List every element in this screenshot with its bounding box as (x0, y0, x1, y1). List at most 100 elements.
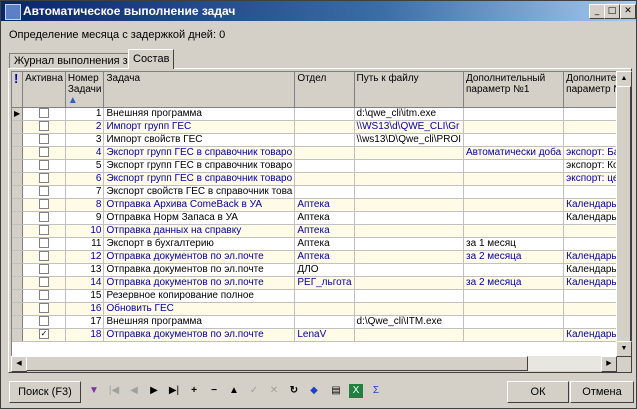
department-cell[interactable] (294, 172, 355, 186)
task-cell[interactable]: Экспорт свойств ГЕС в справочник това (103, 185, 296, 199)
search-button[interactable]: Поиск (F3) (9, 381, 81, 403)
active-checkbox[interactable] (39, 264, 50, 275)
active-checkbox[interactable] (39, 134, 50, 145)
file-path-column-header[interactable]: Путь к файлу (354, 72, 465, 108)
param2-cell[interactable]: Календарь выпол (563, 276, 616, 290)
task-cell[interactable]: Экспорт групп ГЕС в справочник товаро (103, 159, 296, 173)
table-row[interactable]: 10 Отправка данных на справку Аптека (12, 224, 616, 238)
tab-composition[interactable]: Состав (128, 49, 175, 69)
task-number-column-header[interactable]: Номер Задачи ▲ (65, 72, 105, 108)
file-path-cell[interactable] (354, 159, 465, 173)
param2-cell[interactable] (563, 185, 616, 199)
task-cell[interactable]: Импорт групп ГЕС (103, 120, 296, 134)
active-checkbox[interactable] (39, 147, 50, 158)
param2-cell[interactable] (563, 315, 616, 329)
param1-cell[interactable] (463, 172, 565, 186)
file-path-cell[interactable] (354, 302, 465, 316)
active-checkbox-cell[interactable] (22, 302, 66, 316)
task-number-cell[interactable]: 7 (65, 185, 105, 199)
param1-column-header[interactable]: Дополнительный параметр №1 (463, 72, 565, 108)
task-cell[interactable]: Экспорт в бухгалтерию (103, 237, 296, 251)
file-path-cell[interactable] (354, 328, 465, 342)
table-row[interactable]: 2 Импорт групп ГЕС \\WS13\d\QWE_CLI\Gr (12, 120, 616, 134)
department-cell[interactable]: Аптека (294, 198, 355, 212)
file-path-cell[interactable]: \\WS13\d\QWE_CLI\Gr (354, 120, 465, 134)
filter-icon[interactable]: ▼ (87, 384, 101, 398)
task-number-cell[interactable]: 10 (65, 224, 105, 238)
prior-record-icon[interactable]: ◀ (127, 384, 141, 398)
param2-cell[interactable]: Календарь выпол (563, 250, 616, 264)
edit-record-icon[interactable]: ▲ (227, 384, 241, 398)
table-row[interactable]: 15 Резервное копирование полное (12, 289, 616, 303)
file-path-cell[interactable] (354, 237, 465, 251)
param2-cell[interactable] (563, 237, 616, 251)
active-checkbox[interactable] (39, 225, 50, 236)
table-row[interactable]: 6 Экспорт групп ГЕС в справочник товаро эк… (12, 172, 616, 186)
table-row[interactable]: 13 Отправка документов по эл.почте ДЛО Кале… (12, 263, 616, 277)
active-checkbox-cell[interactable] (22, 159, 66, 173)
scroll-right-button[interactable]: ▶ (601, 356, 617, 372)
vertical-scroll-thumb[interactable] (616, 86, 631, 342)
active-checkbox[interactable] (39, 238, 50, 249)
task-number-cell[interactable]: 5 (65, 159, 105, 173)
param1-cell[interactable] (463, 263, 565, 277)
first-record-icon[interactable]: |◀ (107, 384, 121, 398)
file-path-cell[interactable] (354, 146, 465, 160)
table-row[interactable]: 11 Экспорт в бухгалтерию Аптека за 1 месяц (12, 237, 616, 251)
file-path-cell[interactable] (354, 224, 465, 238)
table-row[interactable]: ▶ 1 Внешняя программа d:\qwe_cli\itm.exe (12, 107, 616, 121)
task-cell[interactable]: Внешняя программа (103, 315, 296, 329)
task-number-cell[interactable]: 18 (65, 328, 105, 342)
department-cell[interactable]: Аптека (294, 224, 355, 238)
param1-cell[interactable]: за 2 месяца (463, 276, 565, 290)
active-checkbox-cell[interactable] (22, 289, 66, 303)
param2-cell[interactable]: Календарь выпол (563, 211, 616, 225)
maximize-button[interactable]: □ (604, 4, 620, 19)
department-cell[interactable] (294, 159, 355, 173)
param1-cell[interactable] (463, 107, 565, 121)
table-row[interactable]: 17 Внешняя программа d:\Qwe_cli\ITM.exe (12, 315, 616, 329)
excel-export-icon[interactable]: X (349, 384, 363, 398)
file-path-cell[interactable] (354, 211, 465, 225)
task-cell[interactable]: Отправка данных на справку (103, 224, 296, 238)
active-checkbox[interactable] (39, 251, 50, 262)
table-row[interactable]: 9 Отправка Норм Запаса в УА Аптека Календар… (12, 211, 616, 225)
active-checkbox[interactable] (39, 186, 50, 197)
task-number-cell[interactable]: 2 (65, 120, 105, 134)
ok-button[interactable]: ОК (507, 381, 569, 403)
department-cell[interactable] (294, 315, 355, 329)
table-row[interactable]: 4 Экспорт групп ГЕС в справочник товаро Ав… (12, 146, 616, 160)
department-cell[interactable] (294, 146, 355, 160)
task-column-header[interactable]: Задача (103, 72, 296, 108)
task-number-cell[interactable]: 14 (65, 276, 105, 290)
task-number-cell[interactable]: 6 (65, 172, 105, 186)
active-checkbox[interactable] (39, 277, 50, 288)
param2-cell[interactable] (563, 289, 616, 303)
param2-cell[interactable]: Календарь выпол (563, 198, 616, 212)
param1-cell[interactable] (463, 133, 565, 147)
task-cell[interactable]: Отправка Архива ComeBack в УА (103, 198, 296, 212)
active-checkbox[interactable] (39, 108, 50, 119)
department-column-header[interactable]: Отдел (294, 72, 355, 108)
param2-cell[interactable]: экспорт: Контрол (563, 159, 616, 173)
active-checkbox-cell[interactable] (22, 211, 66, 225)
next-record-icon[interactable]: ▶ (147, 384, 161, 398)
scroll-up-button[interactable]: ▲ (616, 71, 632, 87)
param2-cell[interactable] (563, 120, 616, 134)
department-cell[interactable] (294, 302, 355, 316)
department-cell[interactable]: Аптека (294, 211, 355, 225)
file-path-cell[interactable] (354, 198, 465, 212)
task-cell[interactable]: Экспорт групп ГЕС в справочник товаро (103, 172, 296, 186)
param2-cell[interactable] (563, 133, 616, 147)
department-cell[interactable]: РЕГ_льгота (294, 276, 355, 290)
post-edit-icon[interactable]: ✓ (247, 384, 261, 398)
active-checkbox[interactable] (39, 212, 50, 223)
active-checkbox-cell[interactable] (22, 146, 66, 160)
file-path-cell[interactable] (354, 276, 465, 290)
file-path-cell[interactable]: d:\qwe_cli\itm.exe (354, 107, 465, 121)
cancel-button[interactable]: Отмена (570, 381, 634, 403)
param2-cell[interactable]: экспорт: Базовый (563, 146, 616, 160)
task-number-cell[interactable]: 13 (65, 263, 105, 277)
param1-cell[interactable] (463, 159, 565, 173)
department-cell[interactable]: Аптека (294, 237, 355, 251)
